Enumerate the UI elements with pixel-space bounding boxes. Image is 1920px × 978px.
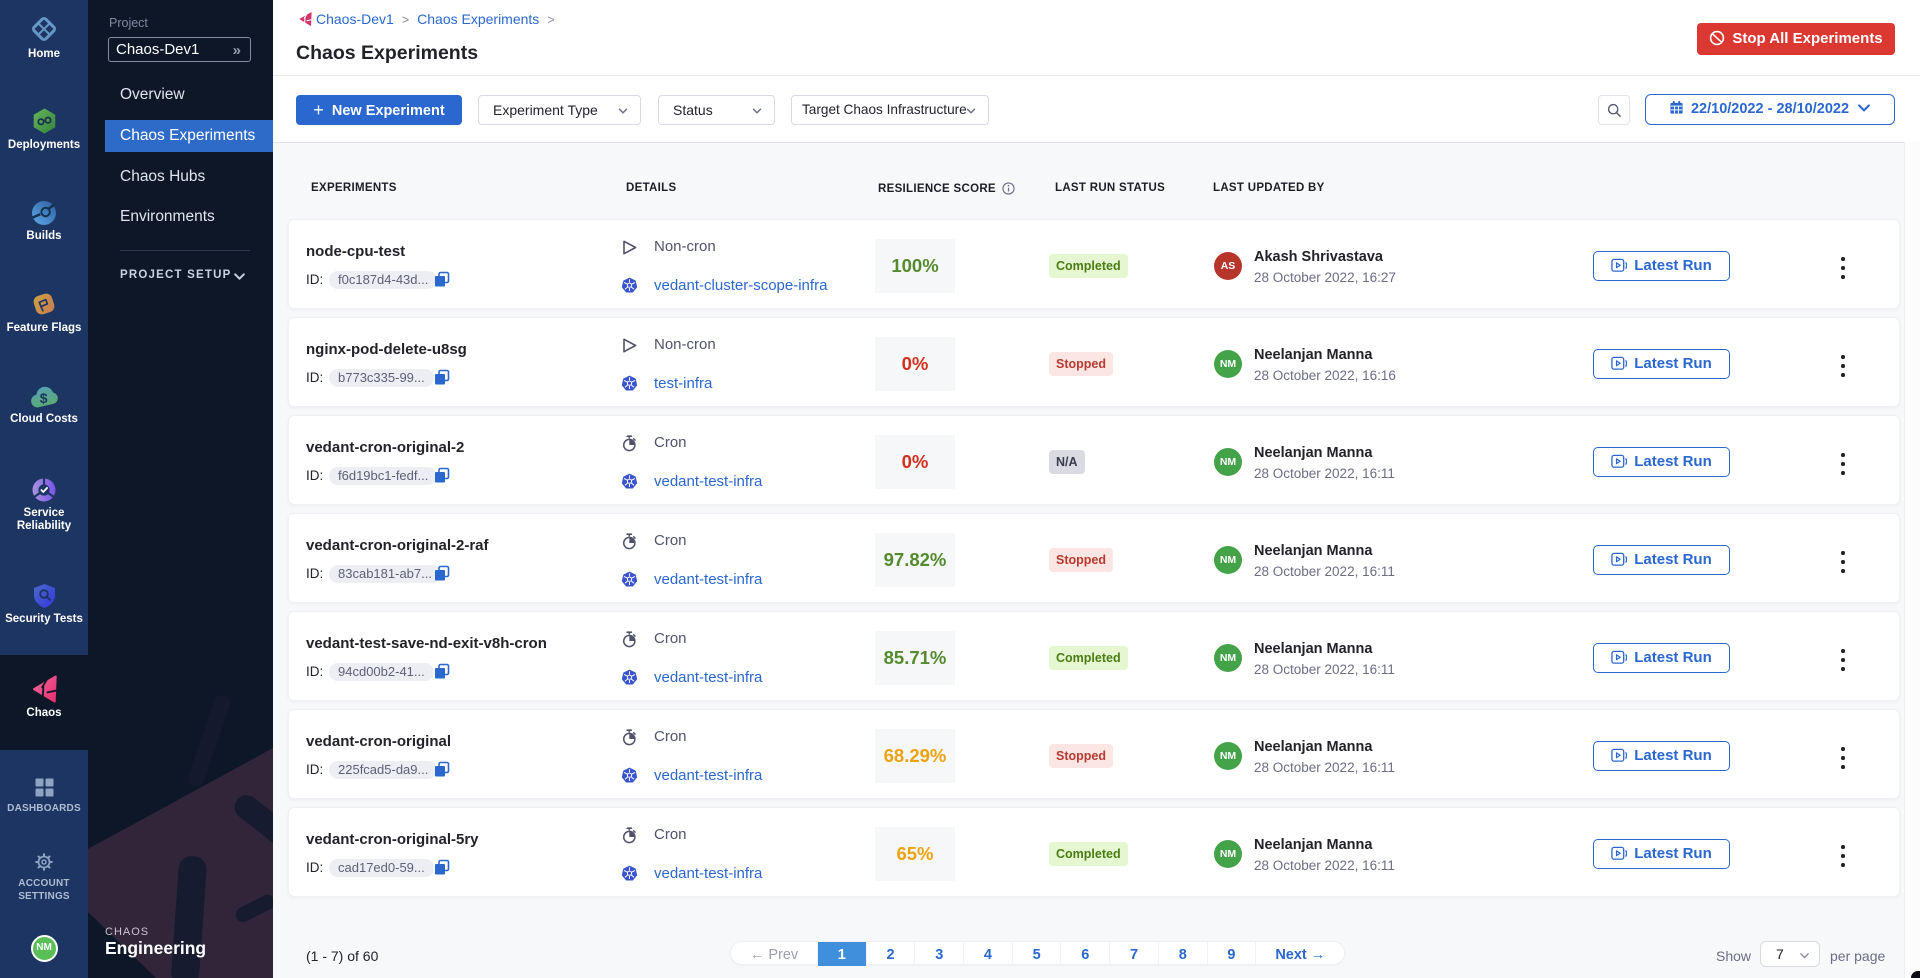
svg-text:$: $ bbox=[40, 390, 48, 406]
